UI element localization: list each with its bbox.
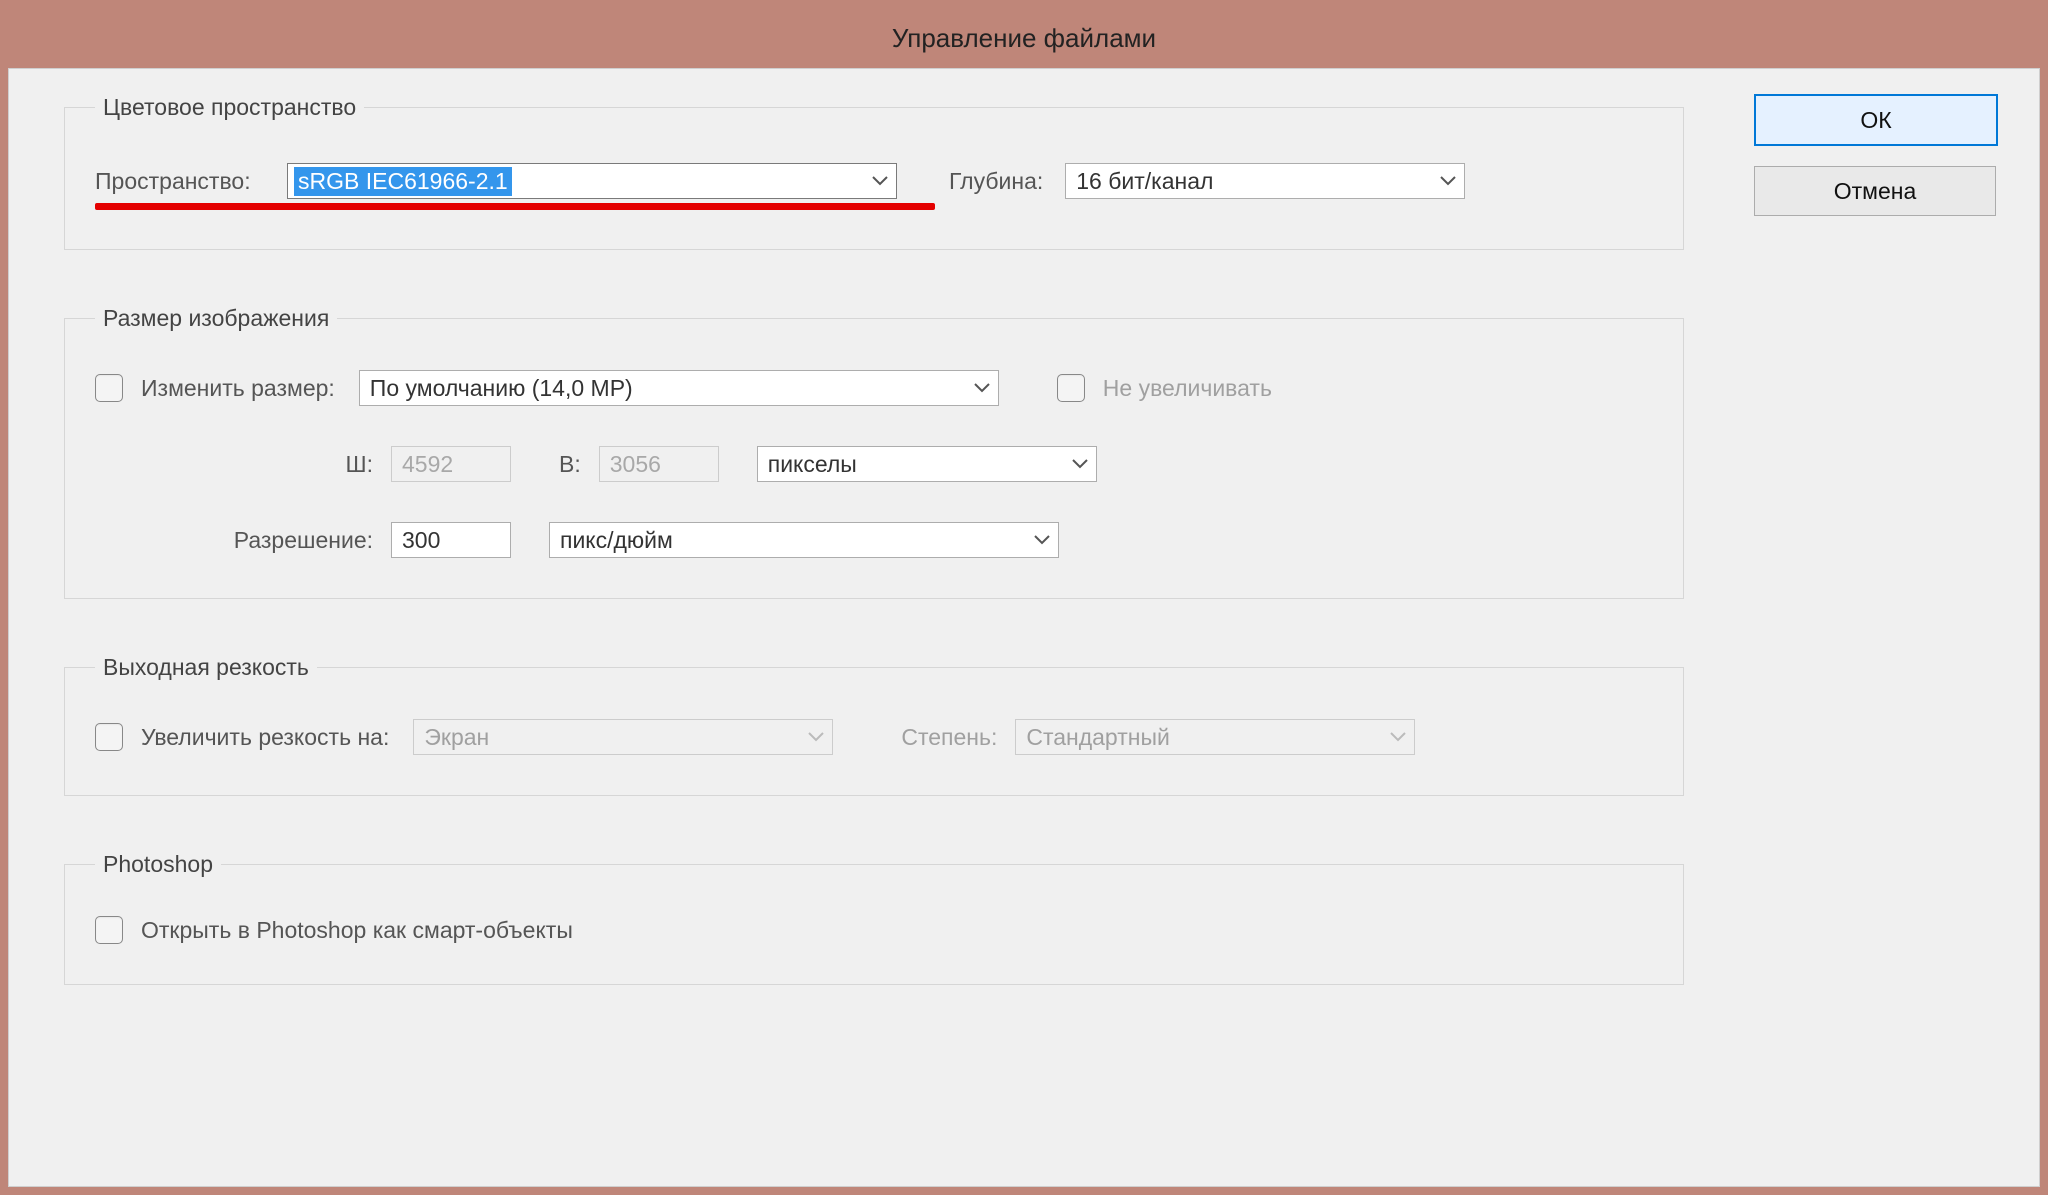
color-space-label: Пространство: <box>95 168 265 195</box>
size-unit-value: пикселы <box>768 451 857 478</box>
sharpen-target-value: Экран <box>424 724 489 751</box>
chevron-down-icon <box>872 176 888 186</box>
group-photoshop-legend: Photoshop <box>95 851 221 878</box>
chevron-down-icon <box>1390 732 1406 742</box>
height-label: В: <box>559 451 581 478</box>
resize-preset-select[interactable]: По умолчанию (14,0 MP) <box>359 370 999 406</box>
group-image-size-legend: Размер изображения <box>95 305 337 332</box>
group-output-sharpening: Выходная резкость Увеличить резкость на:… <box>64 654 1684 796</box>
size-unit-select[interactable]: пикселы <box>757 446 1097 482</box>
bit-depth-label: Глубина: <box>949 168 1043 195</box>
window-title: Управление файлами <box>8 8 2040 68</box>
resolution-input[interactable] <box>391 522 511 558</box>
resize-preset-value: По умолчанию (14,0 MP) <box>370 375 633 402</box>
resize-label: Изменить размер: <box>141 375 335 402</box>
cancel-button[interactable]: Отмена <box>1754 166 1996 216</box>
open-smart-object-checkbox[interactable] <box>95 916 123 944</box>
width-label: Ш: <box>95 451 373 478</box>
color-space-select[interactable]: sRGB IEC61966-2.1 <box>287 163 897 199</box>
group-color-space-legend: Цветовое пространство <box>95 94 364 121</box>
resolution-unit-select[interactable]: пикс/дюйм <box>549 522 1059 558</box>
group-color-space: Цветовое пространство Пространство: sRGB… <box>64 94 1684 250</box>
dialog-body: Цветовое пространство Пространство: sRGB… <box>8 68 2040 1187</box>
sharpen-amount-select[interactable]: Стандартный <box>1015 719 1415 755</box>
sharpen-checkbox[interactable] <box>95 723 123 751</box>
bit-depth-select[interactable]: 16 бит/канал <box>1065 163 1465 199</box>
chevron-down-icon <box>974 383 990 393</box>
group-output-sharpening-legend: Выходная резкость <box>95 654 317 681</box>
chevron-down-icon <box>1440 176 1456 186</box>
resolution-unit-value: пикс/дюйм <box>560 527 673 554</box>
color-space-value: sRGB IEC61966-2.1 <box>294 167 512 196</box>
no-upscale-checkbox[interactable] <box>1057 374 1085 402</box>
group-photoshop: Photoshop Открыть в Photoshop как смарт-… <box>64 851 1684 985</box>
height-input[interactable] <box>599 446 719 482</box>
no-upscale-label: Не увеличивать <box>1103 375 1272 402</box>
width-input[interactable] <box>391 446 511 482</box>
chevron-down-icon <box>808 732 824 742</box>
sharpen-amount-label: Степень: <box>901 724 997 751</box>
open-smart-object-label: Открыть в Photoshop как смарт-объекты <box>141 917 573 944</box>
annotation-red-underline <box>95 203 935 210</box>
sharpen-amount-value: Стандартный <box>1026 724 1170 751</box>
chevron-down-icon <box>1034 535 1050 545</box>
resize-checkbox[interactable] <box>95 374 123 402</box>
resolution-label: Разрешение: <box>95 527 373 554</box>
ok-button[interactable]: ОК <box>1754 94 1998 146</box>
bit-depth-value: 16 бит/канал <box>1076 168 1213 195</box>
sharpen-target-select[interactable]: Экран <box>413 719 833 755</box>
group-image-size: Размер изображения Изменить размер: По у… <box>64 305 1684 599</box>
chevron-down-icon <box>1072 459 1088 469</box>
sharpen-for-label: Увеличить резкость на: <box>141 724 389 751</box>
